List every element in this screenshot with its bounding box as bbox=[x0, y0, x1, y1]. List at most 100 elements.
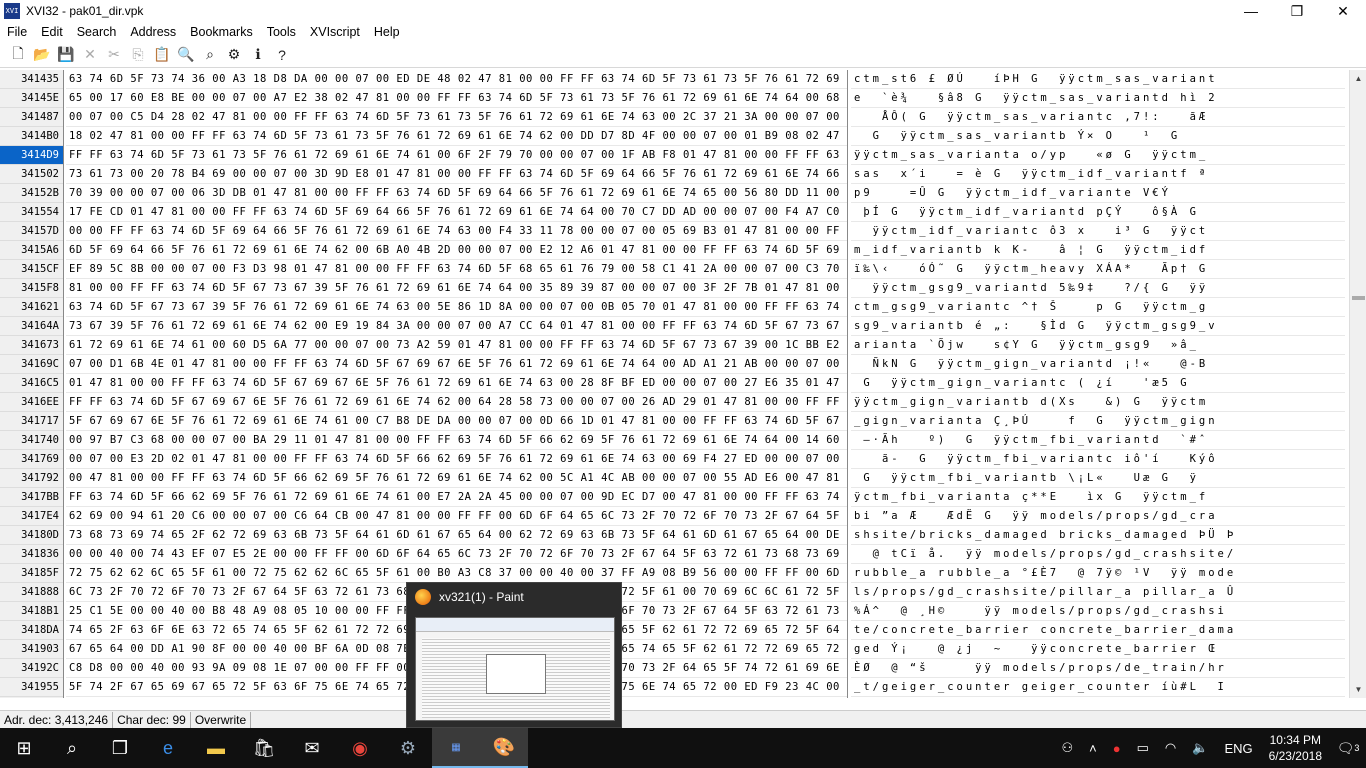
ascii-row[interactable]: ged Ý¡ @ ¿j ~ ÿÿconcrete_barrier Œ bbox=[851, 640, 1345, 659]
ascii-row[interactable]: bi ”a Æ ÆdË G ÿÿ models/props/gd_cra bbox=[851, 507, 1345, 526]
ascii-row[interactable]: ï‰\‹ óÓ˜ G ÿÿctm_heavy XÁA* Ãp† G bbox=[851, 260, 1345, 279]
start-windows-icon[interactable]: ⊞ bbox=[0, 728, 48, 768]
mail-icon[interactable]: ✉ bbox=[288, 728, 336, 768]
ascii-row[interactable]: ÿctm_fbi_varianta ç**E ìx G ÿÿctm_f bbox=[851, 488, 1345, 507]
hex-row[interactable]: 70 39 00 00 07 00 06 3D DB 01 47 81 00 0… bbox=[66, 184, 847, 203]
clock[interactable]: 10:34 PM 6/23/2018 bbox=[1261, 732, 1330, 764]
menu-search[interactable]: Search bbox=[70, 25, 124, 39]
ascii-row[interactable]: te/concrete_barrier concrete_barrier_dam… bbox=[851, 621, 1345, 640]
find-next-icon[interactable]: ⌕ bbox=[198, 44, 222, 66]
battery-icon[interactable]: ▭ bbox=[1129, 740, 1157, 756]
cut-icon[interactable]: ✂ bbox=[102, 44, 126, 66]
maximize-button[interactable]: ❐ bbox=[1274, 0, 1320, 22]
search-icon[interactable]: ⌕ bbox=[48, 728, 96, 768]
menu-xviscript[interactable]: XVIscript bbox=[303, 25, 367, 39]
hex-row[interactable]: 81 00 00 FF FF 63 74 6D 5F 67 73 67 39 5… bbox=[66, 279, 847, 298]
ascii-row[interactable]: e `è¾ §â8 G ÿÿctm_sas_variantd hì 2 bbox=[851, 89, 1345, 108]
ascii-row[interactable]: sg9_variantb é „: §Ìd G ÿÿctm_gsg9_v bbox=[851, 317, 1345, 336]
hex-row[interactable]: 65 00 17 60 E8 BE 00 00 07 00 A7 E2 38 0… bbox=[66, 89, 847, 108]
ascii-row[interactable]: ÿÿctm_gsg9_variantd 5‰9‡ ?/{ G ÿÿ bbox=[851, 279, 1345, 298]
ascii-row[interactable]: G ÿÿctm_gign_variantc ( ¿í 'æ5 G bbox=[851, 374, 1345, 393]
ascii-row[interactable]: G ÿÿctm_sas_variantb Ý× O ¹ G bbox=[851, 127, 1345, 146]
file-explorer-icon[interactable]: ▬ bbox=[192, 728, 240, 768]
hex-row[interactable]: FF FF 63 74 6D 5F 67 69 67 6E 5F 76 61 7… bbox=[66, 393, 847, 412]
chevron-up-icon[interactable]: ˄ bbox=[1081, 741, 1105, 756]
hex-row[interactable]: 73 61 73 00 20 78 B4 69 00 00 07 00 3D 9… bbox=[66, 165, 847, 184]
task-view-icon[interactable]: ❐ bbox=[96, 728, 144, 768]
hex-row[interactable]: 00 00 FF FF 63 74 6D 5F 69 64 66 5F 76 6… bbox=[66, 222, 847, 241]
edge-icon[interactable]: e bbox=[144, 728, 192, 768]
ascii-row[interactable]: @ tCï å. ÿÿ models/props/gd_crashsite/ bbox=[851, 545, 1345, 564]
ascii-row[interactable]: ÑkN G ÿÿctm_gign_variantd ­¡!« @-B bbox=[851, 355, 1345, 374]
menu-edit[interactable]: Edit bbox=[34, 25, 70, 39]
save-icon[interactable]: 💾 bbox=[54, 44, 78, 66]
hex-row[interactable]: 63 74 6D 5F 67 73 67 39 5F 76 61 72 69 6… bbox=[66, 298, 847, 317]
script-icon[interactable]: ℹ bbox=[246, 44, 270, 66]
hex-row[interactable]: 01 47 81 00 00 FF FF 63 74 6D 5F 67 69 6… bbox=[66, 374, 847, 393]
ascii-row[interactable]: rubble_a rubble_a °£È7 @ 7ÿ© ¹V ÿÿ mode bbox=[851, 564, 1345, 583]
hex-row[interactable]: 00 07 00 C5 D4 28 02 47 81 00 00 FF FF 6… bbox=[66, 108, 847, 127]
people-icon[interactable]: ⚇ bbox=[1054, 740, 1082, 756]
minimize-button[interactable]: — bbox=[1228, 0, 1274, 22]
ascii-row[interactable]: _gign_varianta Ç¸ÞÚ f G ÿÿctm_gign bbox=[851, 412, 1345, 431]
antivirus-icon[interactable]: ● bbox=[1105, 741, 1129, 756]
close-button[interactable]: ✕ bbox=[1320, 0, 1366, 22]
ascii-row[interactable]: p9 =Û G ÿÿctm_idf_variante V€Ý bbox=[851, 184, 1345, 203]
hex-row[interactable]: 72 75 62 62 6C 65 5F 61 00 72 75 62 62 6… bbox=[66, 564, 847, 583]
taskbar-preview[interactable]: xv321(1) - Paint bbox=[406, 582, 622, 728]
help-icon[interactable]: ? bbox=[270, 44, 294, 66]
preview-thumbnail[interactable] bbox=[415, 617, 615, 721]
ascii-row[interactable]: ÿÿctm_idf_variantc ô3 x i³ G ÿÿct bbox=[851, 222, 1345, 241]
ascii-column[interactable]: ctm_st6 £ ØÚ íÞH G ÿÿctm_sas_variant e `è… bbox=[851, 70, 1345, 698]
hex-row[interactable]: 00 97 B7 C3 68 00 00 07 00 BA 29 11 01 4… bbox=[66, 431, 847, 450]
hex-row[interactable]: 62 69 00 94 61 20 C6 00 00 07 00 C6 64 C… bbox=[66, 507, 847, 526]
hex-row[interactable]: 00 07 00 E3 2D 02 01 47 81 00 00 FF FF 6… bbox=[66, 450, 847, 469]
hex-row[interactable]: 5F 67 69 67 6E 5F 76 61 72 69 61 6E 74 6… bbox=[66, 412, 847, 431]
menu-bookmarks[interactable]: Bookmarks bbox=[183, 25, 260, 39]
ascii-row[interactable]: %Á^ @ ¸H© ÿÿ models/props/gd_crashsi bbox=[851, 602, 1345, 621]
ascii-row[interactable]: ctm_st6 £ ØÚ íÞH G ÿÿctm_sas_variant bbox=[851, 70, 1345, 89]
new-file-icon[interactable]: 🗋 bbox=[6, 44, 30, 66]
paint-taskbar-icon[interactable]: 🎨 bbox=[480, 728, 528, 768]
ascii-row[interactable]: m_idf_variantb k K- â ¦ G ÿÿctm_idf bbox=[851, 241, 1345, 260]
ascii-row[interactable]: ÈØ @ “š ÿÿ models/props/de_train/hr bbox=[851, 659, 1345, 678]
hex-row[interactable]: 6D 5F 69 64 66 5F 76 61 72 69 61 6E 74 6… bbox=[66, 241, 847, 260]
hex-row[interactable]: 07 00 D1 6B 4E 01 47 81 00 00 FF FF 63 7… bbox=[66, 355, 847, 374]
ascii-row[interactable]: ÿÿctm_sas_varianta o/yp «ø G ÿÿctm_ bbox=[851, 146, 1345, 165]
chrome-icon[interactable]: ◉ bbox=[336, 728, 384, 768]
notifications-icon[interactable]: 🗨 3 bbox=[1330, 728, 1366, 768]
ascii-row[interactable]: ls/props/gd_crashsite/pillar_a pillar_a … bbox=[851, 583, 1345, 602]
ascii-row[interactable]: ã- G ÿÿctm_fbi_variantc iô'í Kýô bbox=[851, 450, 1345, 469]
steam-icon[interactable]: ⚙ bbox=[384, 728, 432, 768]
paste-icon[interactable]: 📋 bbox=[150, 44, 174, 66]
delete-icon[interactable]: ✕ bbox=[78, 44, 102, 66]
hex-row[interactable]: 00 00 40 00 74 43 EF 07 E5 2E 00 00 FF F… bbox=[66, 545, 847, 564]
wifi-icon[interactable]: ◠ bbox=[1157, 740, 1184, 756]
open-folder-icon[interactable]: 📂 bbox=[30, 44, 54, 66]
ascii-row[interactable]: ÅÔ( G ÿÿctm_sas_variantc ,7!: ãÆ bbox=[851, 108, 1345, 127]
ascii-row[interactable]: shsite/bricks_damaged bricks_damaged ÞÜ … bbox=[851, 526, 1345, 545]
volume-icon[interactable]: 🔈 bbox=[1184, 740, 1216, 756]
hex-row[interactable]: 73 67 39 5F 76 61 72 69 61 6E 74 62 00 E… bbox=[66, 317, 847, 336]
ascii-row[interactable]: _t/geiger_counter geiger_counter íù#L I bbox=[851, 678, 1345, 697]
ascii-row[interactable]: ÿÿctm_gign_variantb d(Xs &­) G ÿÿctm bbox=[851, 393, 1345, 412]
find-icon[interactable]: 🔍 bbox=[174, 44, 198, 66]
vertical-scrollbar[interactable]: ▲ ▼ bbox=[1349, 70, 1366, 698]
menu-tools[interactable]: Tools bbox=[260, 25, 303, 39]
hex-row[interactable]: 00 47 81 00 00 FF FF 63 74 6D 5F 66 62 6… bbox=[66, 469, 847, 488]
hex-row[interactable]: 61 72 69 61 6E 74 61 00 60 D5 6A 77 00 0… bbox=[66, 336, 847, 355]
settings-icon[interactable]: ⚙ bbox=[222, 44, 246, 66]
scroll-up-icon[interactable]: ▲ bbox=[1350, 70, 1366, 87]
ascii-row[interactable]: G ÿÿctm_fbi_variantb \¡L« U­æ G ÿ bbox=[851, 469, 1345, 488]
copy-icon[interactable]: ⎘ bbox=[126, 44, 150, 66]
hex-row[interactable]: FF FF 63 74 6D 5F 73 61 73 5F 76 61 72 6… bbox=[66, 146, 847, 165]
menu-help[interactable]: Help bbox=[367, 25, 407, 39]
ascii-row[interactable]: sas x´i = è G ÿÿctm_idf_variantf ª bbox=[851, 165, 1345, 184]
scrollbar-thumb[interactable] bbox=[1352, 296, 1365, 300]
menu-file[interactable]: File bbox=[0, 25, 34, 39]
ascii-row[interactable]: ctm_gsg9_variantc ^† Š p G ÿÿctm_g bbox=[851, 298, 1345, 317]
scroll-down-icon[interactable]: ▼ bbox=[1350, 681, 1366, 698]
hex-row[interactable]: 18 02 47 81 00 00 FF FF 63 74 6D 5F 73 6… bbox=[66, 127, 847, 146]
hex-row[interactable]: 73 68 73 69 74 65 2F 62 72 69 63 6B 73 5… bbox=[66, 526, 847, 545]
hex-row[interactable]: EF 89 5C 8B 00 00 07 00 F3 D3 98 01 47 8… bbox=[66, 260, 847, 279]
